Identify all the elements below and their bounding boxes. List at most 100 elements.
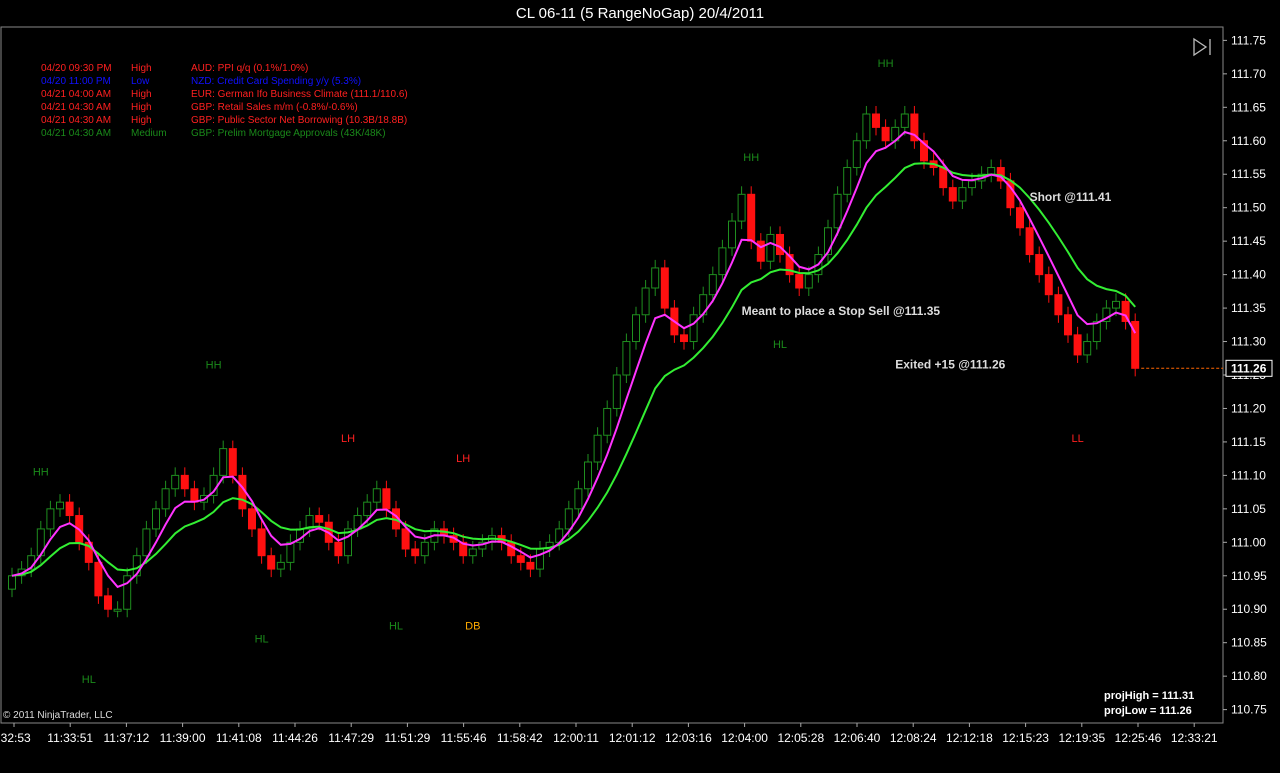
news-impact: Low: [131, 76, 150, 87]
candle-up: [372, 488, 381, 503]
candle-down: [1035, 254, 1044, 276]
candle-up: [152, 508, 160, 530]
x-tick-label: 11:58:42: [497, 731, 543, 745]
y-tick-label: 111.20: [1231, 401, 1266, 415]
news-impact: High: [131, 102, 152, 113]
candle-down: [1054, 294, 1063, 316]
candle-down: [382, 488, 391, 510]
trade-note: Short @111.41: [1030, 190, 1112, 204]
y-tick-label: 111.05: [1231, 502, 1266, 516]
news-event: NZD: Credit Card Spending y/y (5.3%): [191, 76, 362, 87]
candle-down: [756, 240, 765, 262]
x-tick-label: 11:33:51: [47, 731, 93, 745]
news-time: 04/21 04:30 AM: [41, 115, 112, 126]
news-impact: Medium: [131, 128, 167, 139]
candle-down: [526, 561, 535, 570]
news-time: 04/21 04:30 AM: [41, 102, 112, 113]
play-icon[interactable]: [1192, 37, 1214, 57]
x-tick-label: 12:00:11: [553, 731, 599, 745]
x-tick-label: 12:15:23: [1002, 731, 1049, 745]
x-tick-label: 12:19:35: [1058, 731, 1105, 745]
proj-high-label: projHigh = 111.31: [1104, 690, 1195, 702]
swing-label: HL: [773, 339, 787, 351]
candle-down: [1064, 314, 1072, 336]
candle-up: [219, 448, 228, 476]
y-tick-label: 111.50: [1231, 201, 1266, 215]
candle-up: [161, 488, 170, 510]
candle-down: [180, 474, 189, 490]
candle-down: [1044, 274, 1053, 296]
candle-up: [689, 314, 698, 343]
candle-up: [142, 528, 151, 557]
candle-up: [584, 461, 592, 490]
x-tick-label: 12:12:18: [946, 731, 993, 745]
x-tick-label: 12:25:46: [1115, 731, 1162, 745]
swing-label: HL: [255, 634, 269, 646]
x-tick-label: 11:41:08: [216, 731, 262, 745]
candle-down: [1025, 227, 1034, 256]
y-tick-label: 110.90: [1231, 602, 1267, 616]
candle-up: [987, 167, 996, 175]
candle-up: [1083, 341, 1092, 356]
candle-down: [680, 334, 688, 343]
candle-down: [411, 548, 420, 557]
swing-label: HH: [743, 152, 759, 164]
candle-up: [641, 287, 650, 316]
candle-up: [564, 508, 573, 530]
candle-up: [593, 434, 602, 463]
candle-up: [632, 314, 640, 343]
candle-up: [420, 541, 429, 557]
candle-up: [276, 561, 285, 570]
x-tick-label: :32:53: [0, 731, 31, 745]
y-tick-label: 111.55: [1231, 167, 1266, 181]
news-time: 04/20 11:00 PM: [41, 76, 111, 87]
swing-label: LH: [341, 433, 355, 445]
candle-down: [94, 561, 103, 597]
candle-up: [171, 474, 180, 490]
candle-down: [267, 555, 276, 570]
candle-up: [708, 274, 717, 296]
candle-down: [334, 541, 343, 557]
candle-up: [862, 113, 871, 142]
candle-down: [1016, 207, 1024, 229]
trade-note: Exited +15 @111.26: [895, 357, 1005, 371]
candle-up: [728, 220, 736, 249]
x-tick-label: 11:55:46: [441, 731, 487, 745]
candle-up: [843, 167, 852, 195]
news-event: AUD: PPI q/q (0.1%/1.0%): [191, 63, 309, 74]
x-tick-label: 12:08:24: [890, 731, 937, 745]
y-tick-label: 110.80: [1231, 669, 1267, 683]
candle-down: [516, 555, 525, 563]
candle-up: [363, 501, 372, 517]
candle-up: [766, 233, 775, 262]
candle-down: [248, 508, 256, 530]
candle-up: [8, 575, 16, 590]
y-tick-label: 111.10: [1231, 468, 1266, 482]
swing-label: LL: [1071, 433, 1083, 445]
x-tick-label: 12:06:40: [834, 731, 881, 745]
swing-label: HH: [878, 58, 894, 70]
swing-label: LH: [456, 453, 470, 465]
x-tick-label: 11:47:29: [328, 731, 374, 745]
candle-up: [718, 247, 727, 276]
candle-down: [228, 448, 237, 476]
y-tick-label: 110.75: [1231, 703, 1267, 717]
news-impact: High: [131, 115, 152, 126]
candle-up: [651, 267, 660, 289]
news-event: GBP: Retail Sales m/m (-0.8%/-0.6%): [191, 102, 358, 113]
proj-low-label: projLow = 111.26: [1104, 705, 1192, 717]
y-tick-label: 110.85: [1231, 636, 1267, 650]
news-event: GBP: Public Sector Net Borrowing (10.3B/…: [191, 115, 408, 126]
plot-frame: [0, 26, 1224, 724]
candle-up: [900, 113, 909, 128]
swing-label: HL: [82, 674, 96, 686]
candle-up: [56, 501, 64, 510]
candle-up: [622, 341, 631, 376]
candle-down: [872, 113, 880, 128]
candle-down: [401, 528, 410, 550]
candle-down: [660, 267, 669, 309]
candle-up: [286, 541, 295, 563]
y-tick-label: 111.30: [1231, 335, 1266, 349]
news-time: 04/21 04:30 AM: [41, 128, 112, 139]
candle-down: [948, 187, 957, 202]
